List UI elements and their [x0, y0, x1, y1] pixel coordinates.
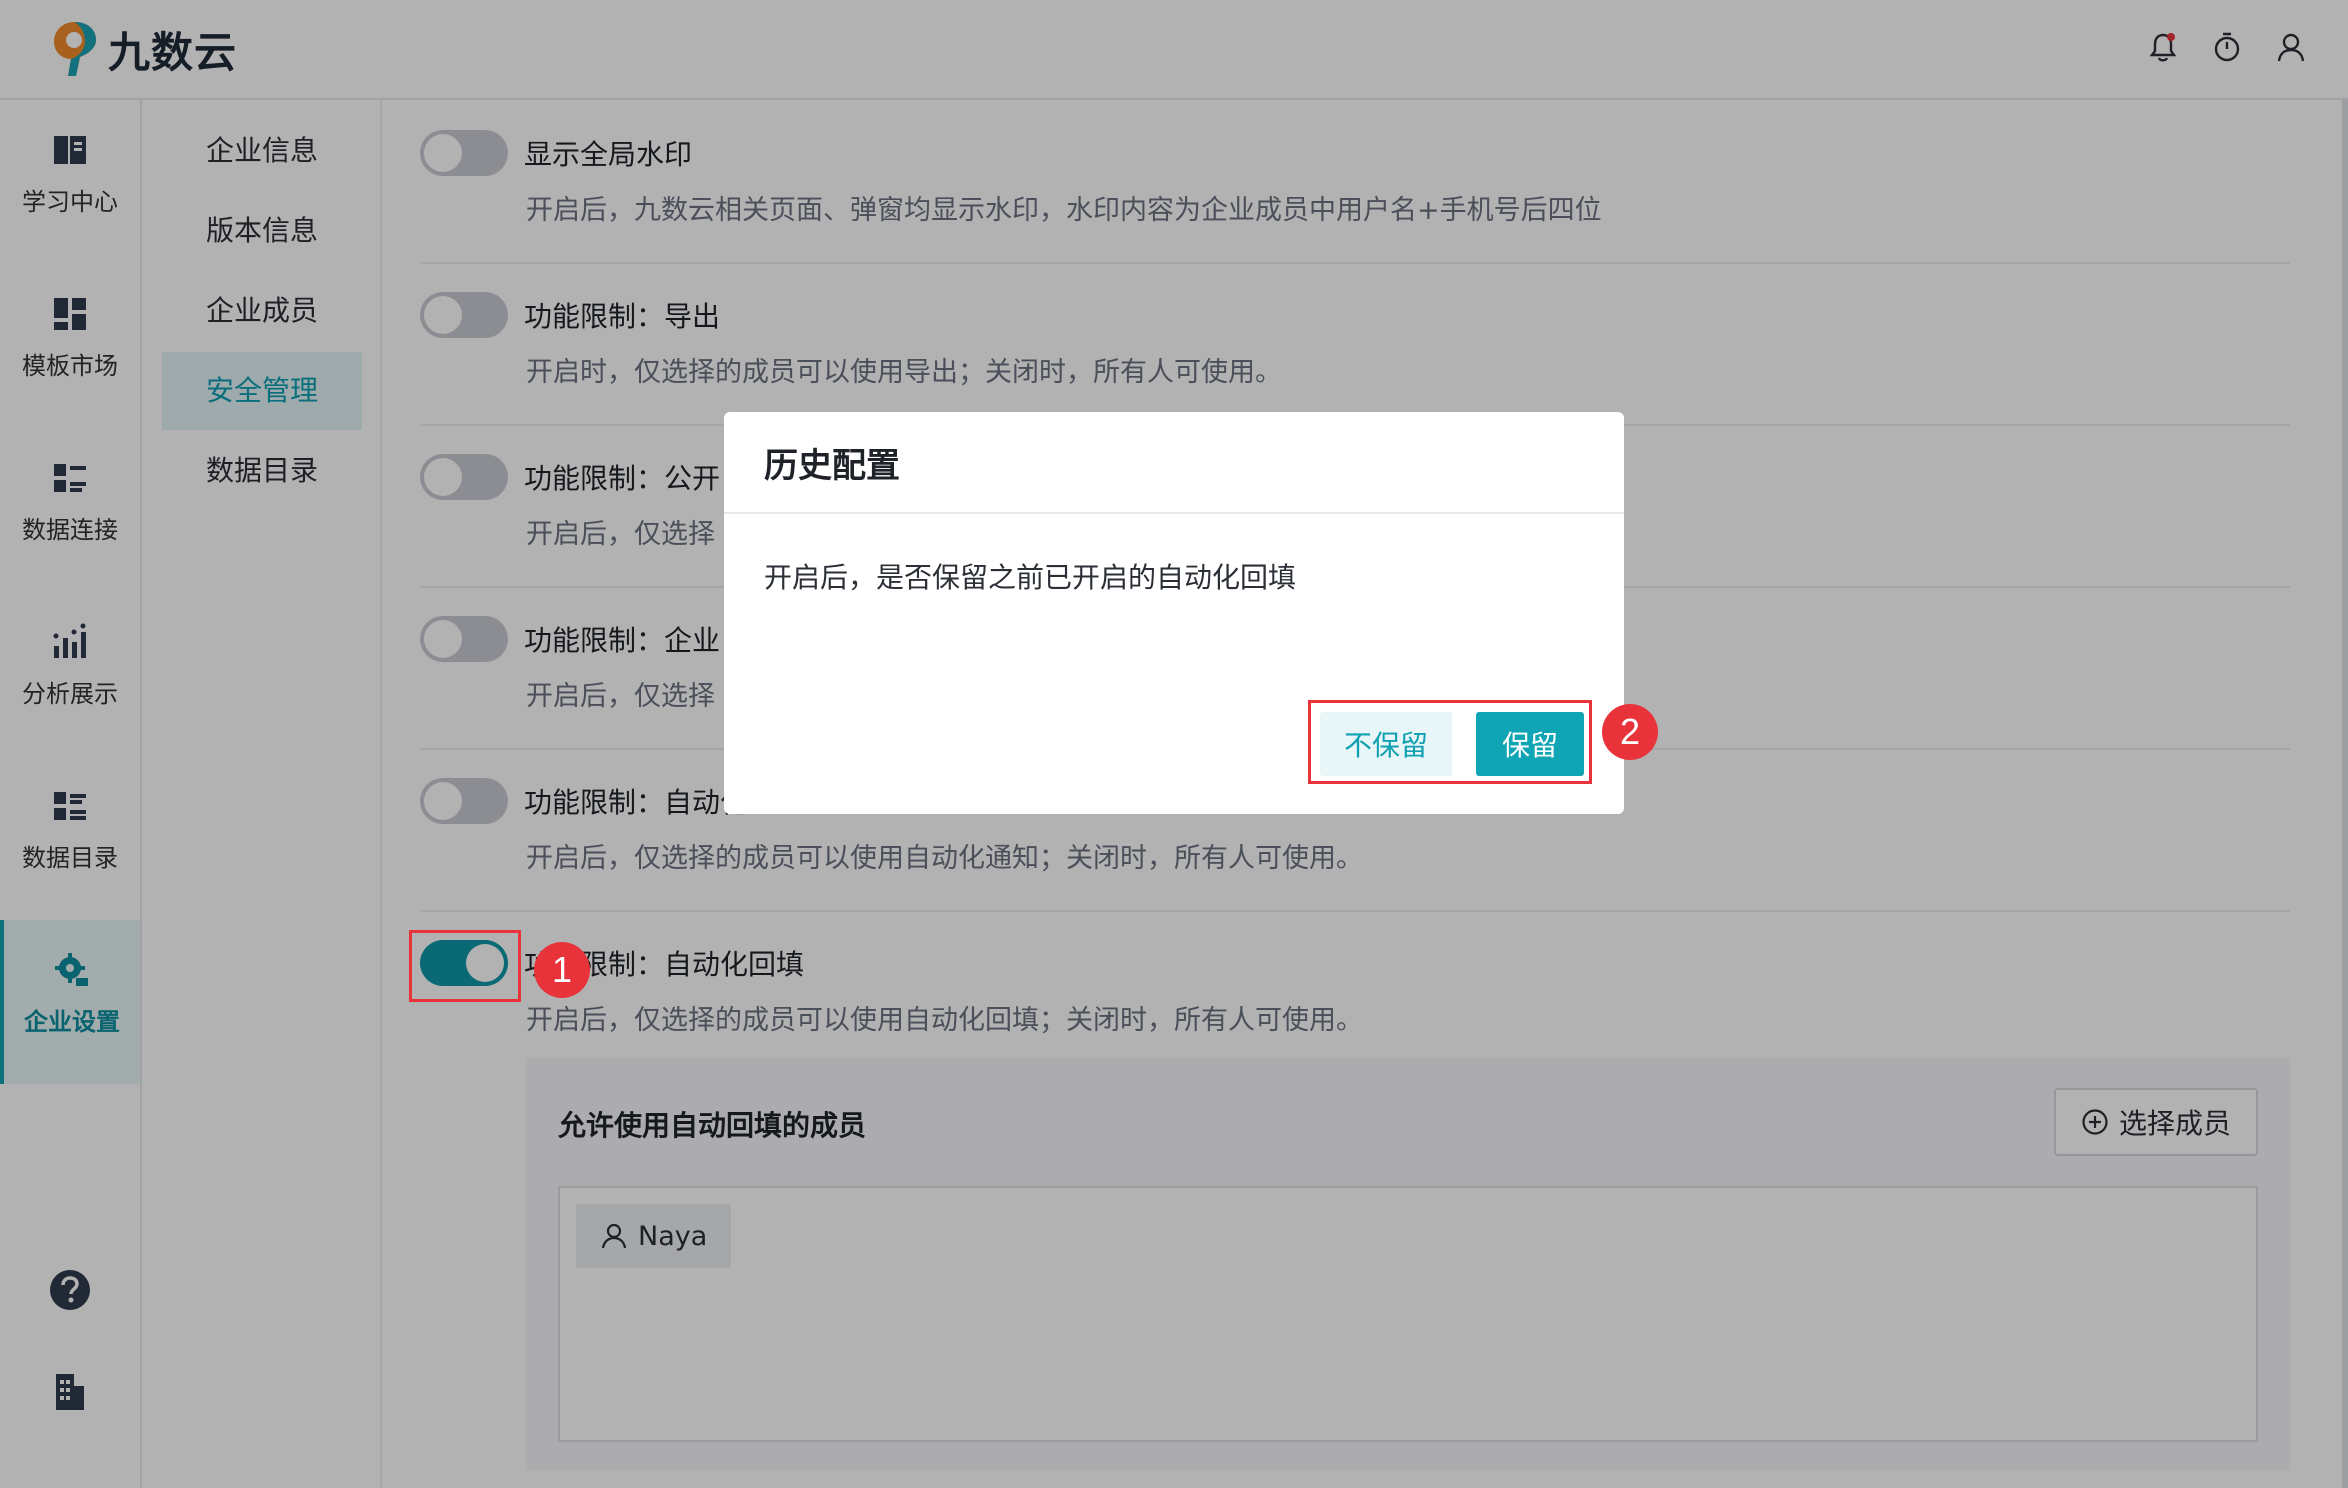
- annotation-highlight-toggle: [409, 930, 521, 1002]
- dialog-message: 开启后，是否保留之前已开启的自动化回填: [764, 561, 1297, 594]
- dialog-title: 历史配置: [724, 412, 1624, 514]
- annotation-badge: 2: [1602, 704, 1658, 760]
- annotation-highlight-buttons: [1308, 700, 1592, 784]
- annotation-badge: 1: [534, 942, 590, 998]
